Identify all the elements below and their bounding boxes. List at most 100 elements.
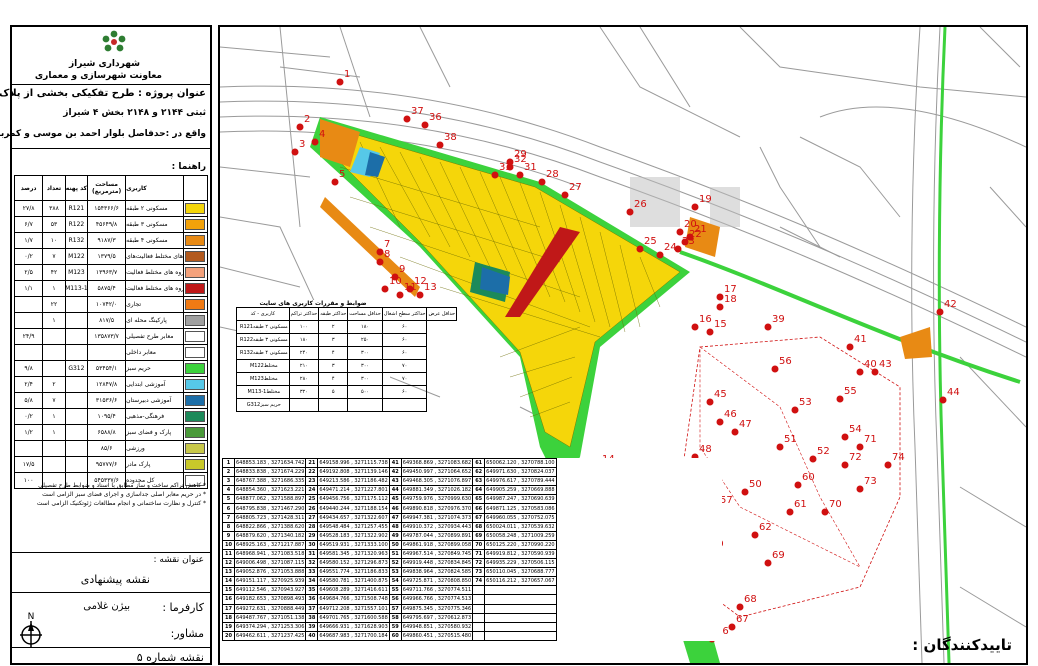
survey-point-marker[interactable]	[856, 443, 864, 451]
coord-value: 649967.514 , 3270849.745	[400, 548, 474, 560]
survey-point-marker[interactable]	[691, 203, 699, 211]
survey-point-marker[interactable]	[776, 443, 784, 451]
survey-point-marker[interactable]	[491, 171, 499, 179]
survey-point-marker[interactable]	[786, 508, 794, 516]
survey-point-marker[interactable]	[296, 123, 304, 131]
survey-point-marker[interactable]	[403, 115, 411, 123]
coord-value: 650058.248 , 3271009.259	[484, 530, 557, 541]
survey-point-marker[interactable]	[716, 303, 724, 311]
survey-point-marker[interactable]	[376, 248, 384, 256]
survey-point-label: 72	[849, 452, 862, 463]
survey-point-marker[interactable]	[841, 433, 849, 441]
survey-point-marker[interactable]	[376, 258, 384, 266]
survey-point-marker[interactable]	[516, 171, 524, 179]
legend-row: ورزشی ۸۵/۶	[14, 441, 208, 457]
survey-point-marker[interactable]	[884, 461, 892, 469]
survey-point-marker[interactable]	[791, 406, 799, 414]
survey-point-marker[interactable]	[764, 323, 772, 331]
survey-point-marker[interactable]	[416, 291, 424, 299]
rules-cell: ۴	[318, 346, 349, 360]
legend-area: ۱۰۹۵/۴	[87, 409, 125, 424]
survey-point-marker[interactable]	[809, 455, 817, 463]
coord-value: 649711.766 , 3270774.511	[400, 585, 474, 596]
survey-point-marker[interactable]	[331, 178, 339, 186]
survey-point-label: 19	[699, 194, 712, 205]
survey-point-marker[interactable]	[396, 291, 404, 299]
survey-point-marker[interactable]	[676, 228, 684, 236]
survey-point-marker[interactable]	[846, 343, 854, 351]
survey-point-marker[interactable]	[406, 285, 414, 293]
coord-point-number: 49	[388, 530, 402, 541]
survey-point-marker[interactable]	[751, 531, 759, 539]
rules-cell: ۳۲۰	[288, 385, 320, 399]
notes: * کاهش تراکم ساخت و ساز مطابق با اسناد و…	[16, 481, 206, 508]
survey-point-marker[interactable]	[311, 138, 319, 146]
legend-label: معابر داخلی	[125, 345, 183, 360]
coord-value	[484, 621, 557, 632]
coord-value: 648925.163 , 3271217.887	[233, 539, 307, 550]
legend-pct: ۱/۷	[24, 237, 33, 244]
survey-point-marker[interactable]	[936, 308, 944, 316]
survey-point-marker[interactable]	[764, 559, 772, 567]
survey-point-marker[interactable]	[291, 148, 299, 156]
survey-point-marker[interactable]	[856, 485, 864, 493]
survey-point-marker[interactable]	[856, 368, 864, 376]
survey-point-marker[interactable]	[421, 121, 429, 129]
survey-point-marker[interactable]	[561, 191, 569, 199]
survey-point-marker[interactable]	[381, 285, 389, 293]
coord-point-number: 66	[472, 503, 486, 514]
coord-value: 649608.289 , 3271416.611	[317, 585, 390, 596]
legend-code	[64, 425, 87, 440]
survey-point-marker[interactable]	[871, 368, 879, 376]
survey-point-marker[interactable]	[736, 603, 744, 611]
coord-row: 19 649374.294 , 3271253.306 39 649666.931 ,…	[222, 621, 557, 632]
legend-swatch-cell	[182, 441, 207, 456]
divider	[12, 148, 210, 149]
rules-cell: ۳	[318, 359, 349, 373]
survey-point-marker[interactable]	[656, 251, 664, 259]
survey-point-marker[interactable]	[741, 488, 749, 496]
survey-point-marker[interactable]	[691, 323, 699, 331]
client-value: بیژن غلامی	[83, 601, 130, 612]
survey-point-label: 33	[499, 162, 512, 173]
legend-row: آموزشی ابتدایی ۱۲۸۴۷/۸ ۲ ۲/۴	[14, 377, 208, 393]
coord-value: 649725.871 , 3270808.850	[400, 576, 474, 587]
survey-point-marker[interactable]	[716, 293, 724, 301]
survey-point-marker[interactable]	[939, 396, 947, 404]
survey-point-label: 39	[772, 314, 785, 325]
survey-point-label: 73	[864, 476, 877, 487]
rules-row: R121مسکونی ۲ طبقه ۱۰۰ ۲ ۱۸۰ ۶۰	[236, 320, 457, 334]
coord-value	[484, 603, 557, 614]
survey-point-label: 40	[864, 359, 877, 370]
coord-value: 648879.620 , 3271340.182	[233, 530, 307, 541]
legend-row: پارک و فضای سبز ۶۵۸۸/۸ ۱ ۱/۲	[14, 425, 208, 441]
survey-point-marker[interactable]	[836, 395, 844, 403]
survey-point-marker[interactable]	[728, 623, 736, 631]
legend-swatch	[185, 379, 206, 390]
legend-pct: ۶/۷	[24, 221, 33, 228]
legend-swatch	[185, 203, 206, 214]
rules-cell	[318, 398, 349, 412]
survey-point-marker[interactable]	[731, 428, 739, 436]
survey-point-marker[interactable]	[636, 245, 644, 253]
survey-point-marker[interactable]	[821, 508, 829, 516]
rules-use: مختلط	[266, 389, 281, 395]
survey-point-marker[interactable]	[841, 461, 849, 469]
survey-point-label: 56	[779, 356, 792, 367]
survey-point-marker[interactable]	[538, 178, 546, 186]
coord-point-number: 44	[388, 485, 402, 496]
rules-header-cell: حداقل عرض	[426, 307, 458, 321]
legend-pct: ۲۷/۸	[22, 205, 35, 212]
survey-point-marker[interactable]	[436, 141, 444, 149]
legend-area: ۳۱۵۳۶/۶	[87, 393, 125, 408]
survey-point-marker[interactable]	[794, 481, 802, 489]
map-sheet: شهرداری شیراز معاونت شهرسازی و معماری عن…	[0, 0, 1038, 666]
survey-point-marker[interactable]	[771, 365, 779, 373]
survey-point-marker[interactable]	[706, 398, 714, 406]
project-location: واقع در :حدفاصل بلوار احمد بن موسی و کمر…	[0, 129, 206, 139]
survey-point-marker[interactable]	[626, 208, 634, 216]
survey-point-label: 3	[299, 139, 305, 150]
survey-point-marker[interactable]	[336, 78, 344, 86]
survey-point-marker[interactable]	[716, 418, 724, 426]
survey-point-marker[interactable]	[706, 328, 714, 336]
